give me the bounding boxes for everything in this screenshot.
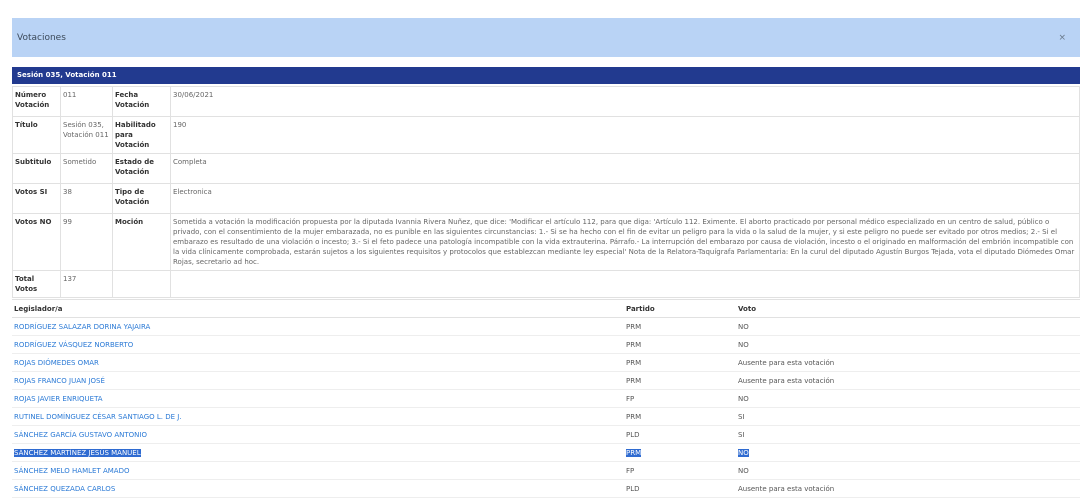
mocion-label: Moción — [112, 213, 171, 271]
table-row: RODRÍGUEZ VÁSQUEZ NORBERTO PRM NO — [12, 335, 1080, 354]
header-voto: Voto — [736, 299, 1080, 318]
partido-cell: PLD — [624, 479, 736, 498]
legislator-link[interactable]: ROJAS DIÓMEDES OMAR — [14, 359, 99, 367]
voto-cell: SI — [736, 407, 1080, 426]
partido-cell: PRM — [624, 371, 736, 390]
table-row: SÁNCHEZ GARCÍA GUSTAVO ANTONIO PLD SI — [12, 425, 1080, 444]
partido-cell: PRM — [626, 448, 642, 457]
table-row: ROJAS FRANCO JUAN JOSÉ PRM Ausente para … — [12, 371, 1080, 390]
table-row: SÁNCHEZ MELO HAMLET AMADO FP NO — [12, 461, 1080, 480]
partido-cell: FP — [624, 389, 736, 408]
habilitado-value: 190 — [170, 116, 1080, 154]
table-row: SÁNCHEZ QUEZADA CARLOS PLD Ausente para … — [12, 479, 1080, 498]
subtitulo-label: Subtitulo — [12, 153, 61, 184]
voto-cell: Ausente para esta votación — [736, 479, 1080, 498]
total-value: 137 — [60, 270, 113, 298]
fecha-value: 30/06/2021 — [170, 86, 1080, 117]
legislator-link[interactable]: RODRÍGUEZ VÁSQUEZ NORBERTO — [14, 341, 133, 349]
table-row: RUTINEL DOMÍNGUEZ CÉSAR SANTIAGO L. DE J… — [12, 407, 1080, 426]
legislator-link[interactable]: ROJAS FRANCO JUAN JOSÉ — [14, 377, 105, 385]
total-label: Total Votos — [12, 270, 61, 298]
table-row: ROJAS JAVIER ENRIQUETA FP NO — [12, 389, 1080, 408]
session-header: Sesión 035, Votación 011 — [12, 67, 1080, 84]
votos-si-label: Votos SI — [12, 183, 61, 214]
header-partido: Partido — [624, 299, 736, 318]
numero-value: 011 — [60, 86, 113, 117]
partido-cell: FP — [624, 461, 736, 480]
voto-cell: NO — [736, 317, 1080, 336]
votos-no-label: Votos NO — [12, 213, 61, 271]
legislator-link[interactable]: SÁNCHEZ MARTÍNEZ JESÚS MANUEL — [14, 448, 141, 457]
estado-value: Completa — [170, 153, 1080, 184]
voto-cell: NO — [738, 448, 749, 457]
partido-cell: PRM — [624, 335, 736, 354]
header-legislador: Legislador/a — [12, 299, 624, 318]
vote-info-table: Número Votación 011 Fecha Votación 30/06… — [12, 86, 1080, 298]
habilitado-label: Habilitado para Votación — [112, 116, 171, 154]
partido-cell: PLD — [624, 425, 736, 444]
legislator-link[interactable]: RUTINEL DOMÍNGUEZ CÉSAR SANTIAGO L. DE J… — [14, 413, 182, 421]
modal-header: Votaciones × — [12, 18, 1080, 57]
votos-no-value: 99 — [60, 213, 113, 271]
voto-cell: Ausente para esta votación — [736, 371, 1080, 390]
table-row: ROJAS DIÓMEDES OMAR PRM Ausente para est… — [12, 353, 1080, 372]
legislator-vote-table: Legislador/a Partido Voto RODRÍGUEZ SALA… — [12, 299, 1080, 498]
legislator-link[interactable]: ROJAS JAVIER ENRIQUETA — [14, 395, 103, 403]
partido-cell: PRM — [624, 353, 736, 372]
tipo-value: Electronica — [170, 183, 1080, 214]
titulo-label: Título — [12, 116, 61, 154]
selected-name: SÁNCHEZ MARTÍNEZ JESÚS MANUEL — [14, 448, 141, 457]
partido-cell: PRM — [624, 317, 736, 336]
titulo-value: Sesión 035, Votación 011 — [60, 116, 113, 154]
estado-label: Estado de Votación — [112, 153, 171, 184]
voto-cell: NO — [736, 335, 1080, 354]
legislator-link[interactable]: SÁNCHEZ MELO HAMLET AMADO — [14, 467, 129, 475]
voto-cell: NO — [736, 389, 1080, 408]
modal-title: Votaciones — [17, 32, 66, 43]
fecha-label: Fecha Votación — [112, 86, 171, 117]
tipo-label: Tipo de Votación — [112, 183, 171, 214]
legislator-link[interactable]: RODRÍGUEZ SALAZAR DORINA YAJAIRA — [14, 323, 150, 331]
partido-cell: PRM — [624, 407, 736, 426]
close-icon[interactable]: × — [1058, 33, 1066, 43]
mocion-value: Sometida a votación la modificación prop… — [170, 213, 1080, 271]
votos-si-value: 38 — [60, 183, 113, 214]
voto-cell: NO — [736, 461, 1080, 480]
voto-cell: Ausente para esta votación — [736, 353, 1080, 372]
legislator-link[interactable]: SÁNCHEZ GARCÍA GUSTAVO ANTONIO — [14, 431, 147, 439]
numero-label: Número Votación — [12, 86, 61, 117]
table-row: RODRÍGUEZ SALAZAR DORINA YAJAIRA PRM NO — [12, 317, 1080, 336]
table-row-selected: SÁNCHEZ MARTÍNEZ JESÚS MANUEL PRM NO — [12, 443, 1080, 462]
subtitulo-value: Sometido — [60, 153, 113, 184]
voto-cell: SI — [736, 425, 1080, 444]
